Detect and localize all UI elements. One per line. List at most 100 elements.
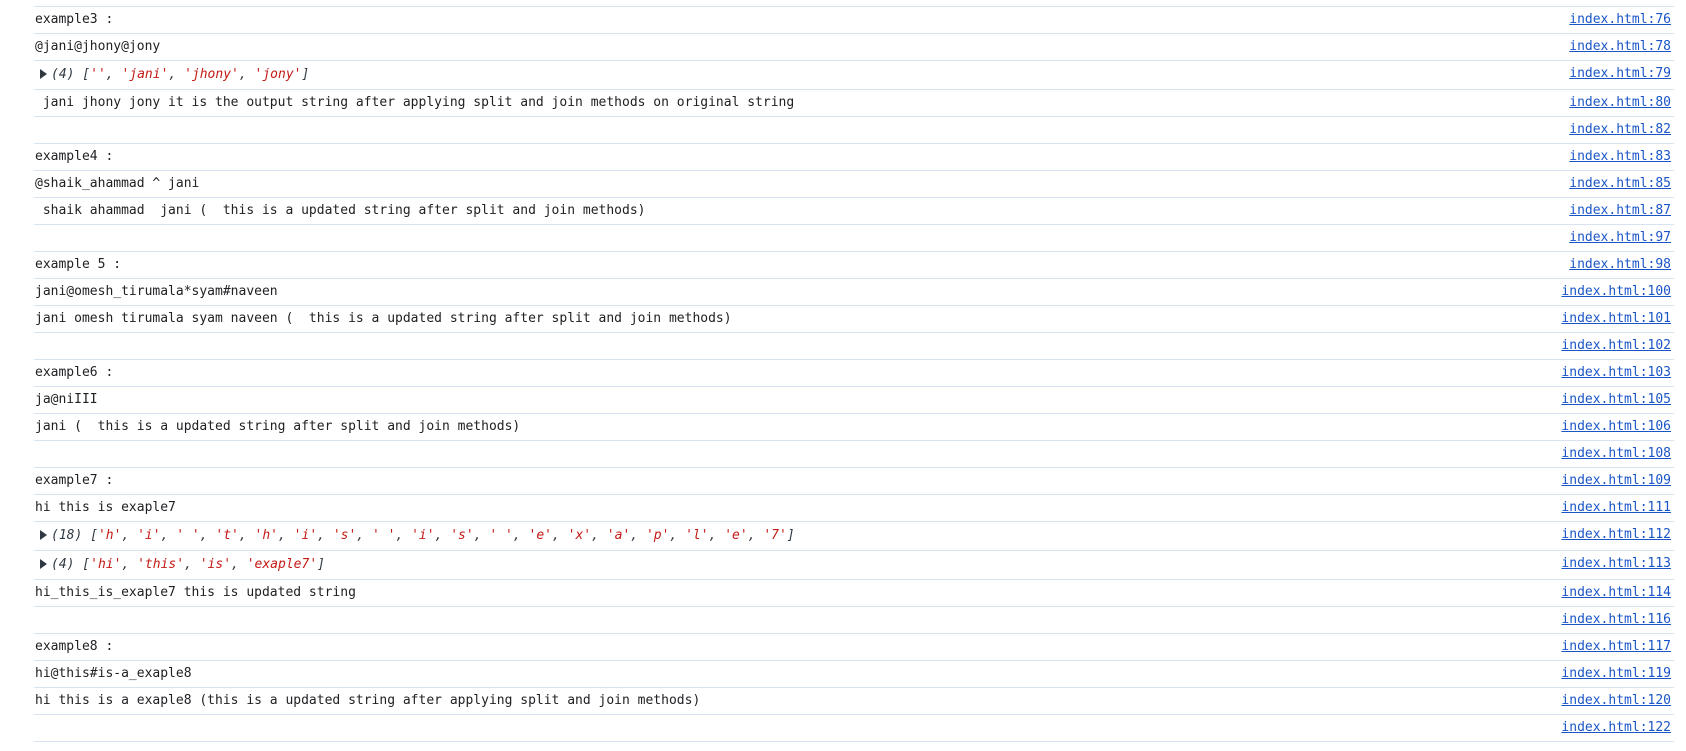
array-item: 's'	[332, 528, 357, 543]
source-link[interactable]: index.html:116	[1561, 612, 1671, 628]
source-link[interactable]: index.html:103	[1561, 365, 1671, 381]
array-open-bracket: [	[74, 557, 91, 572]
log-message-text: example6 :	[35, 365, 114, 380]
console-message-row: example4 : index.html:83	[34, 144, 1674, 171]
array-item: 'i'	[411, 528, 435, 543]
array-item: ''	[90, 67, 106, 82]
array-separator: ,	[434, 528, 451, 543]
console-message-row: hi this is exaple7 index.html:111	[34, 495, 1674, 522]
source-link[interactable]: index.html:111	[1561, 500, 1671, 516]
array-item: ' '	[489, 528, 513, 543]
array-preview[interactable]: (4) ['', 'jani', 'jhony', 'jony']	[40, 67, 309, 83]
console-message-row: jani jhony jony it is the output string …	[34, 90, 1674, 117]
array-separator: ,	[199, 528, 216, 543]
console-message-row: example 5 : index.html:98	[34, 252, 1674, 279]
console-message-row: ja@niIII index.html:105	[34, 387, 1674, 414]
log-message-text: example3 :	[35, 12, 114, 27]
log-message-text: jani@omesh_tirumala*syam#naveen	[35, 284, 278, 299]
array-item: 'is'	[199, 557, 232, 572]
source-link[interactable]: index.html:79	[1569, 66, 1671, 82]
source-link[interactable]: index.html:83	[1569, 149, 1671, 165]
console-message-row: index.html:102	[34, 333, 1674, 360]
console-message-row: shaik ahammad jani ( this is a updated s…	[34, 198, 1674, 225]
array-separator: ,	[747, 528, 764, 543]
log-message-text: hi@this#is-a_exaple8	[35, 666, 192, 681]
source-link[interactable]: index.html:102	[1561, 338, 1671, 354]
source-link[interactable]: index.html:80	[1569, 95, 1671, 111]
array-open-bracket: [	[74, 67, 91, 82]
source-link[interactable]: index.html:97	[1569, 230, 1671, 246]
console-message-row: jani omesh tirumala syam naveen ( this i…	[34, 306, 1674, 333]
expand-triangle-icon[interactable]	[40, 69, 47, 79]
source-link[interactable]: index.html:105	[1561, 392, 1671, 408]
array-separator: ,	[238, 528, 255, 543]
console-message-row: jani@omesh_tirumala*syam#naveen index.htm…	[34, 279, 1674, 306]
log-message-text: example 5 :	[35, 257, 122, 272]
array-length: (18)	[51, 528, 83, 543]
log-message-text: jani omesh tirumala syam naveen ( this i…	[35, 311, 732, 326]
source-link[interactable]: index.html:85	[1569, 176, 1671, 192]
array-separator: ,	[395, 528, 412, 543]
source-link[interactable]: index.html:122	[1561, 720, 1671, 736]
array-separator: ,	[231, 557, 247, 572]
source-link[interactable]: index.html:106	[1561, 419, 1671, 435]
devtools-console: example3 : index.html:76 @jani@jhony@jony i…	[0, 0, 1686, 751]
array-item: '7'	[763, 528, 787, 543]
source-link[interactable]: index.html:98	[1569, 257, 1671, 273]
array-separator: ,	[591, 528, 607, 543]
expand-triangle-icon[interactable]	[40, 559, 47, 569]
source-link[interactable]: index.html:100	[1561, 284, 1671, 300]
array-separator: ,	[317, 528, 333, 543]
log-message-text: hi this is exaple7	[35, 500, 176, 515]
log-message-text: hi_this_is_exaple7 this is updated strin…	[35, 585, 356, 600]
source-link[interactable]: index.html:109	[1561, 473, 1671, 489]
console-message-row: example7 : index.html:109	[34, 468, 1674, 495]
array-length: (4)	[51, 557, 75, 572]
console-message-row: example3 : index.html:76	[34, 7, 1674, 34]
array-separator: ,	[630, 528, 646, 543]
array-item: 'i'	[137, 528, 161, 543]
array-item: 'p'	[645, 528, 670, 543]
source-link[interactable]: index.html:87	[1569, 203, 1671, 219]
array-open-bracket: [	[82, 528, 98, 543]
source-link[interactable]: index.html:78	[1569, 39, 1671, 55]
source-link[interactable]: index.html:101	[1561, 311, 1671, 327]
source-link[interactable]: index.html:117	[1561, 639, 1671, 655]
source-link[interactable]: index.html:112	[1561, 527, 1671, 543]
expand-triangle-icon[interactable]	[40, 530, 47, 540]
array-separator: ,	[512, 528, 529, 543]
array-item: 'hi'	[90, 557, 122, 572]
source-link[interactable]: index.html:120	[1561, 693, 1671, 709]
array-preview[interactable]: (4) ['hi', 'this', 'is', 'exaple7']	[40, 557, 325, 573]
log-message-text: shaik ahammad jani ( this is a updated s…	[35, 203, 646, 218]
array-separator: ,	[708, 528, 725, 543]
array-item: 'h'	[97, 528, 122, 543]
console-message-row: hi_this_is_exaple7 this is updated strin…	[34, 580, 1674, 607]
array-item: 't'	[215, 528, 239, 543]
array-separator: ,	[121, 528, 138, 543]
console-message-row: hi@this#is-a_exaple8 index.html:119	[34, 661, 1674, 688]
array-item: 'x'	[567, 528, 592, 543]
log-message-text: example7 :	[35, 473, 114, 488]
source-link[interactable]: index.html:82	[1569, 122, 1671, 138]
array-separator: ,	[238, 67, 255, 82]
array-item: 'exaple7'	[246, 557, 318, 572]
console-message-row: index.html:122	[34, 715, 1674, 742]
console-message-row: jani ( this is a updated string after sp…	[34, 414, 1674, 441]
array-item: ' '	[371, 528, 396, 543]
array-preview[interactable]: (18) ['h', 'i', ' ', 't', 'h', 'i', 's',…	[40, 528, 795, 544]
source-link[interactable]: index.html:113	[1561, 556, 1671, 572]
array-separator: ,	[184, 557, 200, 572]
array-item: 'i'	[293, 528, 318, 543]
console-message-row: index.html:116	[34, 607, 1674, 634]
log-message-text: example8 :	[35, 639, 114, 654]
console-messages: example3 : index.html:76 @jani@jhony@jony i…	[0, 7, 1686, 742]
source-link[interactable]: index.html:108	[1561, 446, 1671, 462]
array-separator: ,	[121, 557, 138, 572]
array-item: 'jani'	[121, 67, 169, 82]
source-link[interactable]: index.html:76	[1569, 12, 1671, 28]
array-length: (4)	[51, 67, 75, 82]
array-separator: ,	[278, 528, 294, 543]
source-link[interactable]: index.html:119	[1561, 666, 1671, 682]
source-link[interactable]: index.html:114	[1561, 585, 1671, 601]
